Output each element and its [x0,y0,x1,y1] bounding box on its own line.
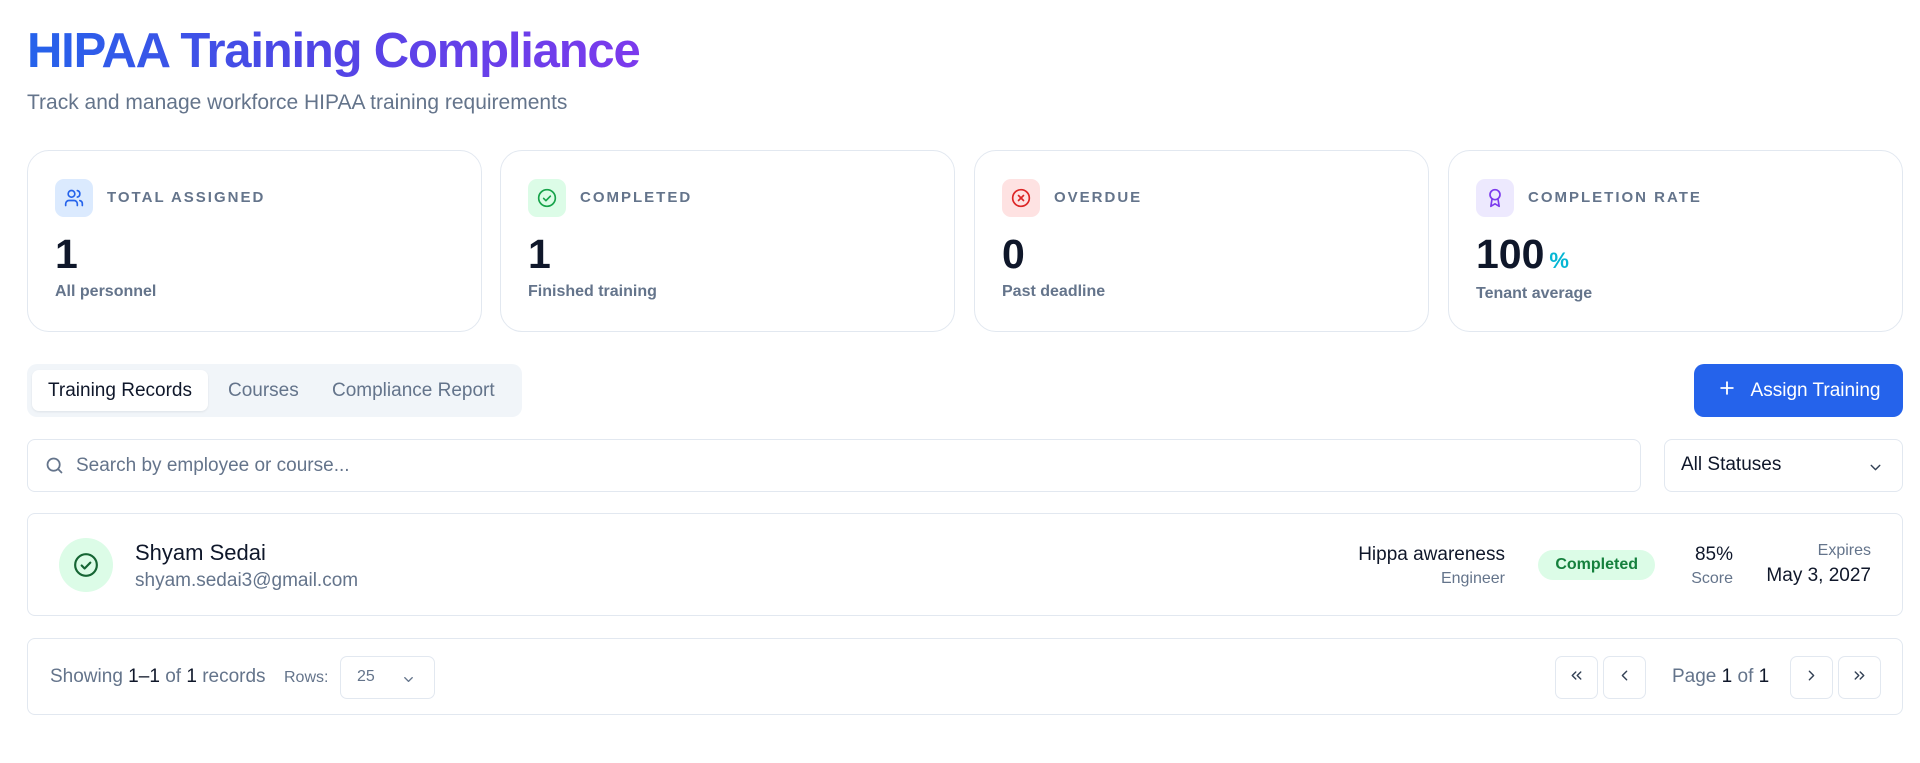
stat-value: 1 [528,231,551,277]
pagination-bar: Showing 1–1 of 1 records Rows: 25 Page 1 [27,638,1903,715]
current-page: 1 [1721,666,1733,687]
page-word: Page [1672,666,1717,687]
tab-training-records[interactable]: Training Records [32,370,208,411]
page-indicator: Page 1 of 1 [1672,666,1769,688]
stat-caption: Tenant average [1476,285,1593,302]
chevron-right-icon [1803,667,1820,689]
status-filter-value: All Statuses [1681,454,1782,475]
employee-role: Engineer [1440,570,1505,587]
stat-label: TOTAL ASSIGNED [107,189,266,206]
tab-list: Training Records Courses Compliance Repo… [27,364,522,417]
page-subtitle: Track and manage workforce HIPAA trainin… [27,91,568,114]
status-badge: Completed [1538,550,1655,580]
status-filter-select[interactable]: All Statuses [1664,439,1903,492]
previous-page-button[interactable] [1603,656,1646,699]
stat-value: 100% [1476,229,1569,286]
employee-name: Shyam Sedai [135,540,266,565]
stat-label: COMPLETION RATE [1528,189,1702,206]
stat-label: COMPLETED [580,189,693,206]
x-circle-icon [1002,179,1040,217]
rows-label: Rows: [284,669,329,686]
stat-caption: Past deadline [1002,283,1106,300]
stat-value: 0 [1002,231,1025,277]
rows-per-page-value: 25 [357,668,375,685]
last-page-button[interactable] [1838,656,1881,699]
rows-per-page-select[interactable]: 25 [340,656,435,699]
stats-row: TOTAL ASSIGNED 1 All personnel COMPLETED… [27,150,1903,332]
chevrons-right-icon [1851,667,1868,689]
total-records: 1 [186,666,197,687]
search-input[interactable] [76,452,1616,480]
tab-courses[interactable]: Courses [212,370,315,411]
stat-label: OVERDUE [1054,189,1143,206]
stat-caption: All personnel [55,283,157,300]
showing-summary: Showing 1–1 of 1 records [50,666,266,688]
expires-label: Expires [1817,542,1871,559]
stat-card-overdue: OVERDUE 0 Past deadline [974,150,1429,332]
users-icon [55,179,93,217]
range-start: 1 [128,666,139,687]
showing-prefix: Showing [50,666,123,687]
of-word: of [1737,666,1754,687]
training-record-row[interactable]: Shyam Sedai shyam.sedai3@gmail.com Hippa… [27,513,1903,616]
check-circle-icon [59,538,113,592]
stat-card-total-assigned: TOTAL ASSIGNED 1 All personnel [27,150,482,332]
employee-email: shyam.sedai3@gmail.com [135,570,359,591]
check-circle-icon [528,179,566,217]
assign-training-label: Assign Training [1750,379,1881,401]
chevrons-left-icon [1568,667,1585,689]
search-box [27,439,1641,492]
stat-caption: Finished training [528,283,657,300]
chevron-down-icon [401,672,416,692]
stat-unit: % [1549,248,1569,273]
course-name: Hippa awareness [1358,544,1505,565]
award-icon [1476,179,1514,217]
total-pages: 1 [1758,666,1770,687]
stat-value: 1 [55,231,78,277]
score-label: Score [1691,570,1733,587]
stat-card-completed: COMPLETED 1 Finished training [500,150,955,332]
next-page-button[interactable] [1790,656,1833,699]
tab-compliance-report[interactable]: Compliance Report [316,370,511,411]
score-value: 85% [1694,544,1733,565]
assign-training-button[interactable]: Assign Training [1694,364,1903,417]
stat-number: 100 [1476,231,1545,277]
range-end: 1 [149,666,160,687]
search-icon [44,455,65,481]
chevron-down-icon [1867,459,1884,481]
range-separator: – [138,666,150,687]
first-page-button[interactable] [1555,656,1598,699]
expires-date: May 3, 2027 [1766,565,1871,586]
records-word: records [202,666,266,687]
of-word: of [165,666,182,687]
page-title: HIPAA Training Compliance [27,24,641,78]
plus-icon [1717,378,1737,404]
chevron-left-icon [1616,667,1633,689]
stat-card-completion-rate: COMPLETION RATE 100% Tenant average [1448,150,1903,332]
